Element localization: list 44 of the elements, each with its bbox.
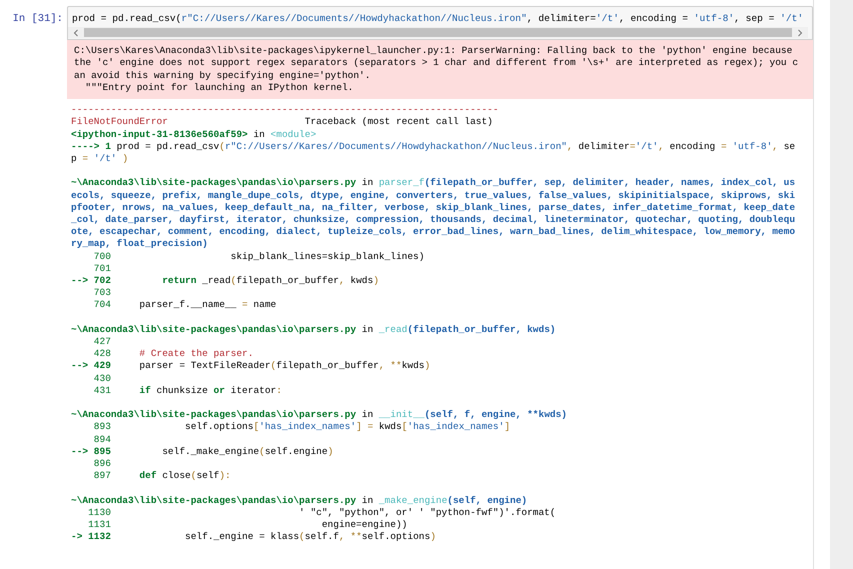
traceback-line: --> 429 parser = TextFileReader(filepath_or_buffer, **kwds) xyxy=(71,360,432,373)
output-line: """Entry point for launching an IPython kernel. xyxy=(84,82,354,94)
horizontal-scrollbar[interactable] xyxy=(68,27,808,38)
traceback-line: 1131 engine=engine)) xyxy=(87,519,408,532)
scrollbar-thumb[interactable] xyxy=(84,28,792,37)
frame-header-line: ~\Anaconda3\lib\site-packages\pandas\io\parsers.py in _read(filepath_or_buffer, kwds) xyxy=(71,324,557,336)
traceback-line: --> 895 self._make_engine(self.engine) xyxy=(71,446,334,458)
traceback-line: 897 def close(self): xyxy=(92,470,232,482)
traceback-line: 894 xyxy=(92,434,112,446)
traceback-line: 431 if chunksize or iterator: xyxy=(92,384,283,398)
frame-header-line: pfooter, nrows, na_values, keep_default_na, na_filter, verbose, skip_blank_lines, parse_dates, infer_datetime_format, keep_date xyxy=(71,202,796,214)
frame-header-line: ~\Anaconda3\lib\site-packages\pandas\io\parsers.py in _make_engine(self, engine) xyxy=(71,494,528,507)
output-line: C:\Users\Kares\Anaconda3\lib\site-packages\ipykernel_launcher.py:1: ParserWarning: Falling back to the 'python' engine because xyxy=(74,45,794,58)
scroll-left-icon[interactable] xyxy=(72,28,80,36)
traceback-line: -> 1132 self._engine = klass(self.f, **self.options) xyxy=(71,531,437,544)
traceback-line: 896 xyxy=(92,458,112,470)
traceback-line: --> 702 return _read(filepath_or_buffer, kwds) xyxy=(71,275,380,288)
traceback-line: 430 xyxy=(92,372,112,385)
code-line: prod = pd.read_csv(r"C://Users//Kares//Documents//Howdyhackathon//Nucleus.iron", delimiter='/t', encoding = 'utf-8', sep = '/t' xyxy=(71,12,804,26)
input-prompt: In [31]: xyxy=(12,12,64,27)
traceback-line: 1130 ' "c", "python", or' ' "python-fwf")'.format( xyxy=(87,506,557,520)
code-editor[interactable]: prod = pd.read_csv(r"C://Users//Kares//Documents//Howdyhackathon//Nucleus.iron", delimiter='/t', encoding = 'utf-8', sep = '/t' xyxy=(67,6,813,40)
output-line: an avoid this warning by specifying engine='python'. xyxy=(74,70,372,82)
error-name: FileNotFoundError xyxy=(71,116,168,128)
traceback-line: 893 self.options['has_index_names'] = kwds['has_index_names'] xyxy=(92,421,512,434)
traceback-line: 428 # Create the parser. xyxy=(92,348,254,360)
frame-header-line: _col, date_parser, dayfirst, iterator, chunksize, compression, thousands, decimal, lineterminator, quotechar, quoting, doublequ xyxy=(71,214,796,226)
frame-header-line: ecols, squeeze, prefix, mangle_dupe_cols, dtype, engine, converters, true_values, false_values, skipinitialspace, skiprows, ski xyxy=(71,190,796,202)
frame-header-line: ry_map, float_precision) xyxy=(71,238,209,251)
frame-header-line: ote, escapechar, comment, encoding, dialect, tupleize_cols, error_bad_lines, warn_bad_lines, delim_whitespace, low_memory, memo xyxy=(71,226,796,238)
frame-header-line: <ipython-input-31-8136e560af59> in <module> xyxy=(71,128,318,141)
traceback-line: 701 xyxy=(92,262,112,276)
traceback-line: p = '/t' ) xyxy=(71,153,130,166)
output-line: the 'c' engine does not support regex separators (separators > 1 char and different from '\s+' are interpreted as regex); you c xyxy=(74,57,800,70)
traceback-line: 427 xyxy=(92,336,112,348)
scroll-right-icon[interactable] xyxy=(796,28,804,36)
traceback-line: ----> 1 prod = pd.read_csv(r"C://Users//Kares//Documents//Howdyhackathon//Nucleus.iron", delimiter='/t', encoding = 'utf-8', se xyxy=(71,140,796,153)
frame-header-line: ~\Anaconda3\lib\site-packages\pandas\io\parsers.py in __init__(self, f, engine, **kwds) xyxy=(71,409,568,422)
traceback-rule: --------------------------------------------------------------------------- xyxy=(71,104,500,116)
traceback-line: 704 parser_f.__name__ = name xyxy=(92,299,278,312)
frame-header-line: ~\Anaconda3\lib\site-packages\pandas\io\parsers.py in parser_f(filepath_or_buffer, sep, delimiter, header, names, index_col, us xyxy=(71,177,796,190)
traceback-heading: Traceback (most recent call last) xyxy=(304,116,493,128)
traceback-line: 703 xyxy=(92,287,112,300)
traceback-line: 700 skip_blank_lines=skip_blank_lines) xyxy=(92,250,426,263)
